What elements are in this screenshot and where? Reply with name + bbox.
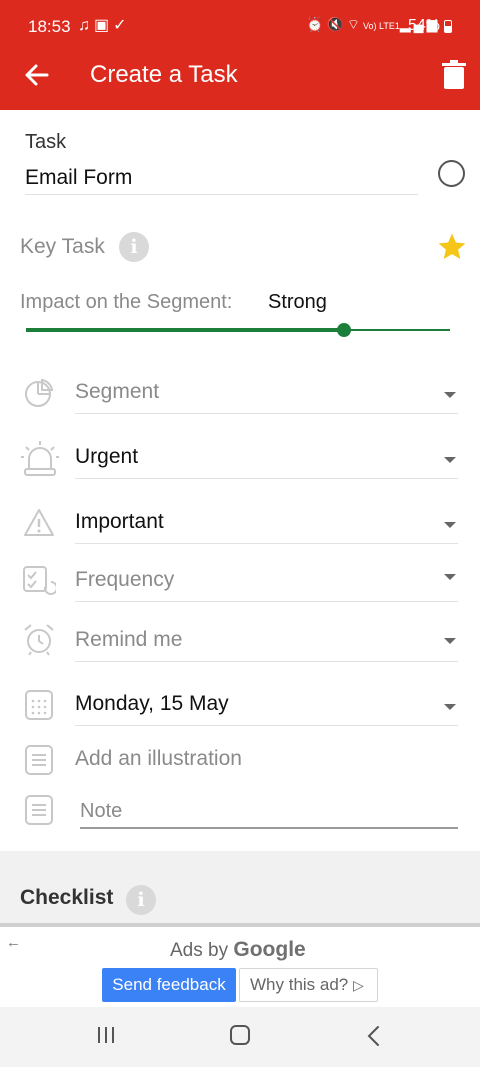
chevron-down-icon xyxy=(444,638,456,644)
star-icon[interactable] xyxy=(436,231,468,263)
urgent-select[interactable]: Urgent xyxy=(75,445,138,469)
trash-icon[interactable] xyxy=(440,60,468,90)
note-row[interactable]: Note xyxy=(0,790,480,832)
divider xyxy=(75,601,458,602)
checklist-title: Checklist xyxy=(20,886,114,909)
date-select[interactable]: Monday, 15 May xyxy=(75,692,229,716)
frequency-select[interactable]: Frequency xyxy=(75,568,174,592)
impact-value: Strong xyxy=(268,291,327,313)
illustration-row[interactable]: Add an illustration xyxy=(0,740,480,780)
image-icon: ▣ xyxy=(94,17,114,34)
note-icon xyxy=(25,745,53,775)
repeat-checklist-icon xyxy=(23,566,56,595)
urgent-row[interactable]: Urgent xyxy=(0,437,480,481)
impact-slider-fill xyxy=(26,328,344,332)
nav-back-icon[interactable] xyxy=(366,1025,382,1047)
battery-percent: 54% xyxy=(408,17,441,34)
task-label: Task xyxy=(25,131,67,153)
divider xyxy=(75,543,458,544)
google-logo: Google xyxy=(233,938,306,961)
battery-icon xyxy=(444,20,452,33)
important-select[interactable]: Important xyxy=(75,510,164,534)
date-row[interactable]: Monday, 15 May xyxy=(0,684,480,728)
home-icon[interactable] xyxy=(230,1025,250,1045)
status-left-icons: ♫▣✓ xyxy=(78,15,131,35)
segment-select[interactable]: Segment xyxy=(75,380,159,404)
divider xyxy=(75,478,458,479)
why-this-ad-label: Why this ad? xyxy=(250,975,349,994)
page-title: Create a Task xyxy=(90,61,238,88)
mute-icon: 🔇 xyxy=(326,16,347,32)
complete-circle-icon[interactable] xyxy=(438,160,465,187)
note-icon xyxy=(25,795,53,825)
ads-by-label: Ads by Google xyxy=(170,938,306,962)
app-header: 18:53 ♫▣✓ ⏰🔇⌔Vo) LTE1▂▄▆ 54% Create a Ta… xyxy=(0,0,480,110)
back-arrow-icon[interactable] xyxy=(22,60,52,90)
divider xyxy=(75,661,458,662)
volte-icon: Vo) LTE1 xyxy=(363,21,400,31)
status-time: 18:53 xyxy=(28,17,71,36)
note-underline xyxy=(80,827,458,829)
info-icon[interactable]: i xyxy=(126,885,156,915)
chevron-down-icon xyxy=(444,457,456,463)
chevron-down-icon xyxy=(444,704,456,710)
alarm-light-icon xyxy=(21,441,59,476)
check-icon: ✓ xyxy=(113,17,131,34)
play-outline-icon: ▷ xyxy=(353,977,364,993)
impact-slider-thumb[interactable] xyxy=(337,323,351,337)
chevron-down-icon xyxy=(444,574,456,580)
divider xyxy=(75,725,458,726)
send-feedback-button[interactable]: Send feedback xyxy=(102,968,236,1002)
music-note-icon: ♫ xyxy=(78,17,94,34)
ads-by-text: Ads by xyxy=(170,940,229,961)
alarm-icon: ⏰ xyxy=(306,16,327,32)
alarm-clock-icon xyxy=(24,624,54,656)
calendar-icon xyxy=(25,690,53,720)
frequency-row[interactable]: Frequency xyxy=(0,559,480,603)
recent-apps-icon[interactable] xyxy=(96,1026,116,1044)
info-icon[interactable]: i xyxy=(119,232,149,262)
pie-chart-icon xyxy=(25,378,54,407)
note-input[interactable]: Note xyxy=(80,800,122,823)
add-illustration-button[interactable]: Add an illustration xyxy=(75,747,242,771)
why-this-ad-button[interactable]: Why this ad? ▷ xyxy=(239,968,378,1002)
segment-row[interactable]: Segment xyxy=(0,372,480,416)
important-row[interactable]: Important xyxy=(0,502,480,546)
warning-icon xyxy=(24,509,54,536)
impact-label: Impact on the Segment: xyxy=(20,291,233,313)
remind-row[interactable]: Remind me xyxy=(0,619,480,663)
chevron-down-icon xyxy=(444,522,456,528)
key-task-label: Key Task xyxy=(20,235,105,258)
divider xyxy=(75,413,458,414)
ad-back-arrow-icon[interactable]: ← xyxy=(6,934,21,951)
task-name-input[interactable]: Email Form xyxy=(25,166,132,190)
remind-select[interactable]: Remind me xyxy=(75,628,182,652)
status-bar: 18:53 ♫▣✓ ⏰🔇⌔Vo) LTE1▂▄▆ 54% xyxy=(0,0,480,52)
task-underline xyxy=(25,194,418,195)
wifi-icon: ⌔ xyxy=(346,16,364,32)
chevron-down-icon xyxy=(444,392,456,398)
